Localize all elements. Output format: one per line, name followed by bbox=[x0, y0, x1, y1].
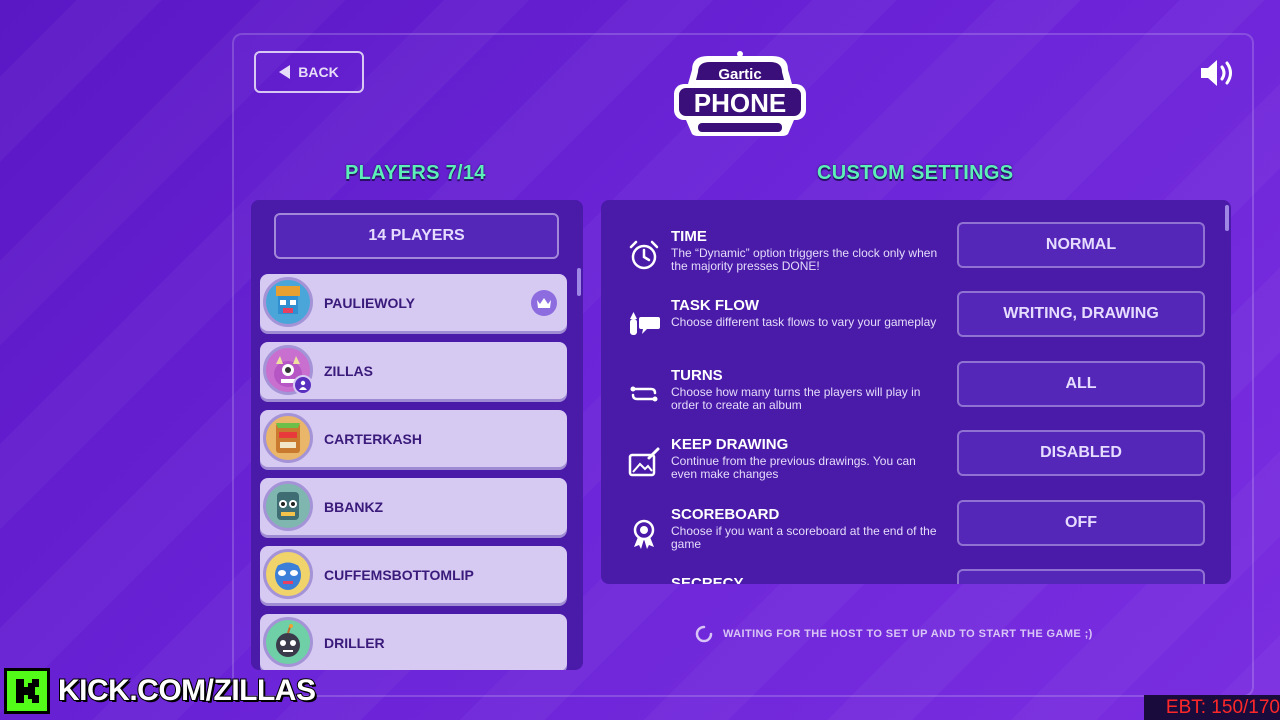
gartic-phone-logo: Gartic PHONE bbox=[674, 51, 806, 136]
setting-description: Continue from the previous drawings. You… bbox=[671, 454, 916, 481]
setting-row-secrecy: SECRECY bbox=[601, 569, 1231, 584]
player-name: CUFFEMSBOTTOMLIP bbox=[324, 566, 474, 583]
kick-url: KICK.COM/ZILLAS bbox=[57, 673, 317, 708]
luchador-mask-icon bbox=[275, 559, 301, 590]
tiki-mask-icon bbox=[276, 286, 300, 314]
speaker-icon[interactable] bbox=[1199, 58, 1237, 88]
player-name: ZILLAS bbox=[324, 362, 373, 379]
player-card: BBANKZ bbox=[260, 478, 567, 535]
crown-icon bbox=[531, 290, 557, 316]
setting-title: TIME bbox=[671, 228, 707, 245]
setting-title: SECRECY bbox=[671, 575, 744, 584]
setting-description: The “Dynamic” option triggers the clock … bbox=[671, 246, 938, 273]
logo-top-text: Gartic bbox=[718, 66, 761, 83]
players-scrollbar[interactable] bbox=[577, 268, 581, 296]
back-arrow-icon bbox=[279, 65, 291, 79]
player-avatar bbox=[263, 413, 313, 463]
alarm-clock-icon bbox=[629, 240, 659, 270]
players-title: PLAYERS 7/14 bbox=[345, 162, 486, 184]
setting-row-keep-drawing: KEEP DRAWING Continue from the previous … bbox=[601, 430, 1231, 496]
back-label: BACK bbox=[298, 64, 339, 80]
setting-description: Choose different task flows to vary your… bbox=[671, 315, 937, 329]
turns-select[interactable]: ALL bbox=[957, 361, 1205, 407]
player-name: DRILLER bbox=[324, 634, 385, 651]
secrecy-select[interactable] bbox=[957, 569, 1205, 584]
player-avatar bbox=[263, 277, 313, 327]
settings-title: CUSTOM SETTINGS bbox=[817, 162, 1014, 184]
turns-icon bbox=[630, 386, 658, 402]
player-card: CUFFEMSBOTTOMLIP bbox=[260, 546, 567, 603]
waiting-text: WAITING FOR THE HOST TO SET UP AND TO ST… bbox=[723, 628, 1093, 640]
ebt-counter: EBT: 150/170 bbox=[1144, 695, 1280, 720]
setting-title: KEEP DRAWING bbox=[671, 436, 789, 453]
setting-row-time: TIME The “Dynamic” option triggers the c… bbox=[601, 222, 1231, 288]
setting-title: SCOREBOARD bbox=[671, 506, 780, 523]
scoreboard-select[interactable]: OFF bbox=[957, 500, 1205, 546]
setting-description: Choose how many turns the players will p… bbox=[671, 385, 921, 412]
kick-overlay: KICK.COM/ZILLAS bbox=[4, 667, 317, 715]
kick-logo-icon bbox=[4, 668, 50, 714]
medal-icon bbox=[633, 519, 655, 549]
player-card: CARTERKASH bbox=[260, 410, 567, 467]
user-icon bbox=[293, 375, 313, 395]
setting-row-turns: TURNS Choose how many turns the players … bbox=[601, 361, 1231, 427]
player-name: CARTERKASH bbox=[324, 430, 422, 447]
player-card: PAULIEWOLY bbox=[260, 274, 567, 331]
robot-mask-icon bbox=[277, 492, 299, 520]
player-card: ZILLAS bbox=[260, 342, 567, 399]
setting-title: TURNS bbox=[671, 367, 723, 384]
time-select[interactable]: NORMAL bbox=[957, 222, 1205, 268]
setting-description: Choose if you want a scoreboard at the e… bbox=[671, 524, 937, 551]
player-avatar bbox=[263, 549, 313, 599]
player-name: BBANKZ bbox=[324, 498, 384, 515]
waiting-status: WAITING FOR THE HOST TO SET UP AND TO ST… bbox=[695, 625, 1093, 643]
players-count-button[interactable]: 14 PLAYERS bbox=[274, 213, 559, 259]
task-flow-select[interactable]: WRITING, DRAWING bbox=[957, 291, 1205, 337]
player-avatar bbox=[263, 617, 313, 667]
settings-scrollbar[interactable] bbox=[1225, 205, 1229, 231]
player-card: DRILLER bbox=[260, 614, 567, 670]
keep-drawing-select[interactable]: DISABLED bbox=[957, 430, 1205, 476]
back-button[interactable]: BACK bbox=[254, 51, 364, 93]
loading-spinner-icon bbox=[695, 625, 713, 643]
players-panel: 14 PLAYERS PAULIEWOLY ZILLAS CARTERKASH … bbox=[251, 200, 583, 670]
pencil-bubble-icon bbox=[630, 312, 660, 335]
logo-main-text: PHONE bbox=[694, 88, 786, 118]
player-name: PAULIEWOLY bbox=[324, 294, 416, 311]
tiki-mask-icon bbox=[276, 423, 300, 453]
player-avatar bbox=[263, 481, 313, 531]
setting-row-task-flow: TASK FLOW Choose different task flows to… bbox=[601, 291, 1231, 357]
setting-title: TASK FLOW bbox=[671, 297, 760, 314]
setting-row-scoreboard: SCOREBOARD Choose if you want a scoreboa… bbox=[601, 500, 1231, 566]
settings-panel: TIME The “Dynamic” option triggers the c… bbox=[601, 200, 1231, 584]
keep-drawing-icon bbox=[628, 447, 660, 477]
bomb-face-icon bbox=[276, 624, 300, 657]
